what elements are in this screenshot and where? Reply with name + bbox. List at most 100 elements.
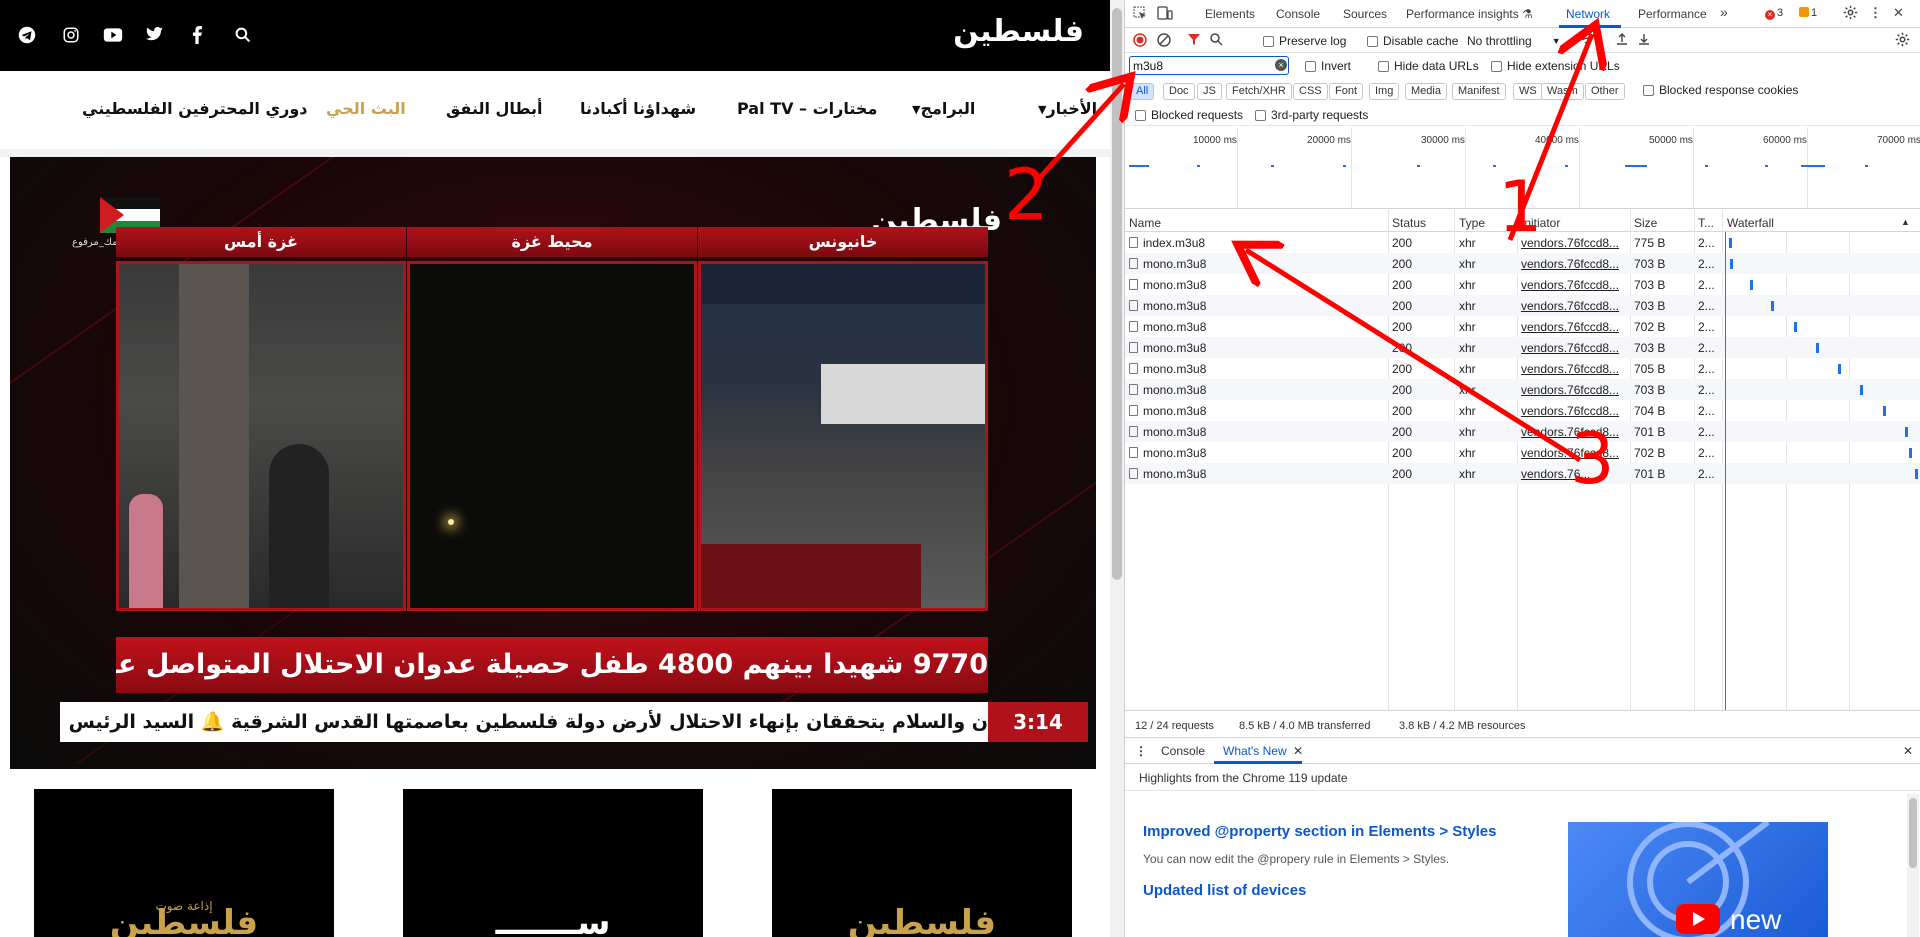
invert-checkbox[interactable]: Invert <box>1305 59 1351 73</box>
network-settings-gear-icon[interactable] <box>1895 32 1910 50</box>
record-stop-icon[interactable] <box>1133 33 1147 50</box>
table-row[interactable]: mono.m3u8 200 xhr vendors.76fccd8... 704 B 2.… <box>1125 400 1920 421</box>
table-row[interactable]: mono.m3u8 200 xhr vendors.76fccd8... 701 B 2.… <box>1125 421 1920 442</box>
warning-count-badge[interactable]: 1 <box>1799 7 1817 19</box>
kebab-menu-icon[interactable]: ⋮ <box>1869 5 1882 21</box>
instagram-icon[interactable] <box>56 20 86 50</box>
column-header-size[interactable]: Size <box>1634 216 1657 230</box>
program-thumbnail[interactable]: إذاعة صوت فلسطين <box>34 789 334 937</box>
close-tab-icon[interactable]: ✕ <box>1293 744 1303 758</box>
table-row[interactable]: mono.m3u8 200 xhr vendors.76fccd8... 702 B 2.… <box>1125 442 1920 463</box>
type-filter-doc[interactable]: Doc <box>1163 83 1195 100</box>
table-row[interactable]: mono.m3u8 200 xhr vendors.76fccd8... 702 B 2.… <box>1125 316 1920 337</box>
blocked-requests-checkbox[interactable]: Blocked requests <box>1135 108 1243 122</box>
search-icon[interactable] <box>228 20 258 50</box>
drawer-scroll-thumb[interactable] <box>1909 798 1917 868</box>
cell-initiator[interactable]: vendors.76fccd8... <box>1521 320 1626 334</box>
inspect-element-icon[interactable] <box>1133 6 1147 23</box>
more-tabs-button[interactable]: » <box>1720 4 1728 20</box>
twitter-icon[interactable] <box>140 20 170 50</box>
tab-sources[interactable]: Sources <box>1343 7 1387 21</box>
program-thumbnail[interactable]: ســـــــ <box>403 789 703 937</box>
nav-item-martyrs[interactable]: شهداؤنا أكبادنا <box>580 99 696 118</box>
whats-new-item-title[interactable]: Updated list of devices <box>1143 882 1306 899</box>
export-har-icon[interactable] <box>1637 32 1651 49</box>
tab-elements[interactable]: Elements <box>1205 7 1255 21</box>
column-header-time[interactable]: T... <box>1698 216 1714 230</box>
type-filter-fetch-xhr[interactable]: Fetch/XHR <box>1226 83 1292 100</box>
clear-icon[interactable] <box>1157 33 1171 50</box>
type-filter-media[interactable]: Media <box>1405 83 1447 100</box>
device-toolbar-icon[interactable] <box>1157 6 1173 23</box>
column-header-status[interactable]: Status <box>1392 216 1426 230</box>
drawer-tab-console[interactable]: Console <box>1161 744 1205 758</box>
drawer-tab-whats-new[interactable]: What's New <box>1223 744 1287 758</box>
type-filter-other[interactable]: Other <box>1585 83 1625 100</box>
table-row[interactable]: mono.m3u8 200 xhr vendors.76fccd8... 703 B 2.… <box>1125 253 1920 274</box>
column-header-name[interactable]: Name <box>1129 216 1161 230</box>
hide-data-urls-checkbox[interactable]: Hide data URLs <box>1378 59 1479 73</box>
nav-item-pro-league[interactable]: دوري المحترفين الفلسطيني <box>82 99 307 118</box>
type-filter-wasm[interactable]: Wasm <box>1541 83 1584 100</box>
type-filter-js[interactable]: JS <box>1197 83 1222 100</box>
table-row[interactable]: mono.m3u8 200 xhr vendors.76... 701 B 2... <box>1125 463 1920 484</box>
nav-item-programs[interactable]: البرامج▼ <box>904 99 975 118</box>
table-row[interactable]: mono.m3u8 200 xhr vendors.76fccd8... 703 B 2.… <box>1125 337 1920 358</box>
telegram-icon[interactable] <box>12 20 42 50</box>
youtube-icon[interactable] <box>98 20 128 50</box>
network-conditions-icon[interactable] <box>1579 32 1595 49</box>
whats-new-item-title[interactable]: Improved @property section in Elements >… <box>1143 823 1496 840</box>
nav-item-pal-tv[interactable]: مختارات – Pal TV <box>737 99 877 118</box>
type-filter-manifest[interactable]: Manifest <box>1452 83 1506 100</box>
search-icon[interactable] <box>1209 32 1223 49</box>
filter-input[interactable] <box>1129 56 1289 75</box>
cell-initiator[interactable]: vendors.76fccd8... <box>1521 341 1626 355</box>
tab-network[interactable]: Network <box>1566 7 1610 21</box>
clear-filter-icon[interactable]: × <box>1275 59 1287 71</box>
facebook-icon[interactable] <box>182 20 212 50</box>
youtube-play-icon[interactable] <box>1676 904 1720 934</box>
close-icon[interactable]: ✕ <box>1893 5 1904 21</box>
preserve-log-checkbox[interactable]: Preserve log <box>1263 34 1346 48</box>
hide-extension-urls-checkbox[interactable]: Hide extension URLs <box>1491 59 1620 73</box>
filter-icon[interactable] <box>1187 32 1201 49</box>
table-row[interactable]: mono.m3u8 200 xhr vendors.76fccd8... 703 B 2.… <box>1125 379 1920 400</box>
table-row[interactable]: mono.m3u8 200 xhr vendors.76fccd8... 703 B 2.… <box>1125 274 1920 295</box>
tab-console[interactable]: Console <box>1276 7 1320 21</box>
import-har-icon[interactable] <box>1615 32 1629 49</box>
throttling-select[interactable]: No throttling ▼ <box>1467 34 1561 48</box>
cell-initiator[interactable]: vendors.76fccd8... <box>1521 362 1626 376</box>
blocked-response-cookies-checkbox[interactable]: Blocked response cookies <box>1643 83 1798 97</box>
nav-item-live-stream[interactable]: البث الحي <box>326 99 406 118</box>
cell-initiator[interactable]: vendors.76fccd8... <box>1521 278 1626 292</box>
live-video-player[interactable]: #خلي_علمك_مرفوع فلسطين غزة أمس محيط غزة … <box>10 157 1096 769</box>
cell-initiator[interactable]: vendors.76fccd8... <box>1521 257 1626 271</box>
third-party-requests-checkbox[interactable]: 3rd-party requests <box>1255 108 1368 122</box>
close-drawer-icon[interactable]: ✕ <box>1903 744 1913 758</box>
cell-initiator[interactable]: vendors.76fccd8... <box>1521 404 1626 418</box>
drawer-menu-icon[interactable]: ⋮ <box>1135 744 1147 758</box>
sort-ascending-icon[interactable]: ▲ <box>1901 217 1910 227</box>
type-filter-font[interactable]: Font <box>1329 83 1364 100</box>
disable-cache-checkbox[interactable]: Disable cache <box>1367 34 1458 48</box>
type-filter-all[interactable]: All <box>1130 83 1155 100</box>
cell-initiator[interactable]: vendors.76fccd8... <box>1521 383 1626 397</box>
type-filter-img[interactable]: Img <box>1369 83 1400 100</box>
type-filter-css[interactable]: CSS <box>1293 83 1328 100</box>
program-thumbnail[interactable]: فلسطين <box>772 789 1072 937</box>
page-scrollbar[interactable] <box>1110 0 1124 937</box>
page-scroll-thumb[interactable] <box>1112 8 1122 580</box>
cell-initiator[interactable]: vendors.76fccd8... <box>1521 299 1626 313</box>
column-header-type[interactable]: Type <box>1459 216 1485 230</box>
tab-performance-insights[interactable]: Performance insights ⚗ <box>1406 7 1533 21</box>
whats-new-video-thumbnail[interactable]: new <box>1568 822 1828 937</box>
site-logo[interactable]: فلسطين <box>953 14 1084 49</box>
error-count-badge[interactable]: × 3 <box>1765 7 1783 20</box>
column-header-waterfall[interactable]: Waterfall <box>1727 216 1774 230</box>
drawer-scrollbar[interactable] <box>1907 794 1919 937</box>
table-row[interactable]: mono.m3u8 200 xhr vendors.76fccd8... 705 B 2.… <box>1125 358 1920 379</box>
table-row[interactable]: mono.m3u8 200 xhr vendors.76fccd8... 703 B 2.… <box>1125 295 1920 316</box>
nav-item-tunnel-heroes[interactable]: أبطال النفق <box>446 99 543 118</box>
gear-icon[interactable] <box>1843 5 1858 23</box>
type-filter-ws[interactable]: WS <box>1513 83 1543 100</box>
